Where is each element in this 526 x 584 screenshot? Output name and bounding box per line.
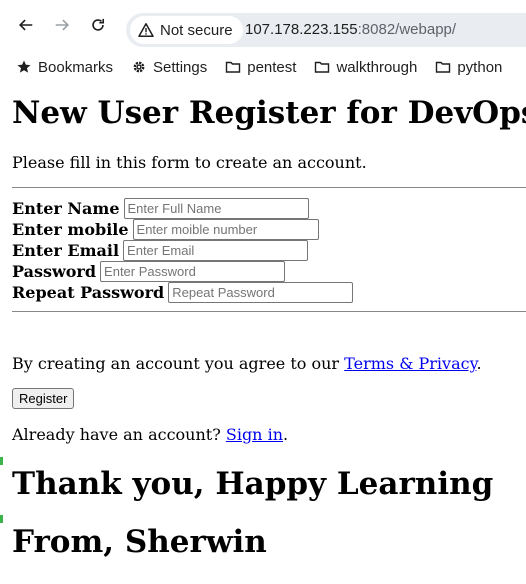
- bookmark-folder-pentest[interactable]: pentest: [225, 59, 296, 76]
- signin-prefix: Already have an account?: [12, 425, 226, 444]
- terms-prefix: By creating an account you agree to our: [12, 354, 345, 373]
- address-bar[interactable]: Not secure 107.178.223.155:8082/webapp/: [126, 13, 526, 47]
- sign-in-link[interactable]: Sign in: [226, 425, 283, 444]
- thank-you-heading: Thank you, Happy Learning: [12, 466, 494, 502]
- bookmark-folder-walkthrough[interactable]: walkthrough: [314, 59, 417, 76]
- name-row: Enter Name: [12, 198, 309, 219]
- bookmark-folder-python[interactable]: python: [435, 59, 502, 76]
- bookmark-label: Settings: [153, 58, 208, 76]
- password-row: Password: [12, 261, 286, 282]
- intro-text: Please fill in this form to create an ac…: [12, 153, 367, 172]
- signin-suffix: .: [283, 425, 289, 444]
- folder-icon: [436, 61, 451, 73]
- bookmark-label: walkthrough: [336, 58, 418, 76]
- star-icon: [17, 60, 31, 73]
- name-input[interactable]: [123, 198, 309, 219]
- security-indicator[interactable]: Not secure: [130, 16, 243, 44]
- bookmark-label: Bookmarks: [38, 58, 114, 76]
- email-row: Enter Email: [12, 240, 309, 261]
- password-input[interactable]: [100, 261, 286, 282]
- top-divider: [12, 187, 526, 188]
- signin-text: Already have an account? Sign in.: [12, 425, 288, 444]
- terms-suffix: .: [476, 354, 482, 373]
- url-host: 107.178.223.155: [245, 21, 358, 38]
- gear-icon: [133, 61, 145, 73]
- repeat-password-row: Repeat Password: [12, 282, 354, 303]
- repeat-password-label: Repeat Password: [12, 283, 165, 302]
- forward-button[interactable]: [52, 15, 72, 35]
- email-label: Enter Email: [12, 241, 120, 260]
- terms-privacy-link[interactable]: Terms & Privacy: [344, 354, 476, 373]
- security-label: Not secure: [160, 21, 233, 39]
- browser-chrome: Not secure 107.178.223.155:8082/webapp/ …: [0, 0, 526, 87]
- email-input[interactable]: [123, 240, 309, 261]
- register-button[interactable]: Register: [12, 388, 75, 409]
- edge-marker: [0, 457, 3, 465]
- from-heading: From, Sherwin: [12, 524, 267, 560]
- browser-toolbar: Not secure 107.178.223.155:8082/webapp/: [0, 0, 526, 47]
- reload-button[interactable]: [88, 15, 108, 35]
- mobile-input[interactable]: [132, 219, 319, 240]
- reload-icon: [92, 18, 105, 31]
- url-path: :8082/webapp/: [357, 21, 457, 38]
- bookmark-bookmarks[interactable]: Bookmarks: [16, 59, 113, 76]
- name-label: Enter Name: [12, 199, 120, 218]
- back-button[interactable]: [16, 15, 36, 35]
- back-arrow-icon: [19, 19, 33, 31]
- edge-marker: [0, 515, 3, 523]
- warning-triangle-icon: [138, 23, 154, 37]
- folder-icon: [315, 61, 330, 73]
- folder-icon: [226, 61, 241, 73]
- repeat-password-input[interactable]: [168, 282, 354, 303]
- mobile-label: Enter mobile: [12, 220, 129, 239]
- bookmark-label: pentest: [247, 58, 297, 76]
- bookmarks-bar: Bookmarks Settings pentest walkthrough p…: [0, 52, 526, 82]
- mobile-row: Enter mobile: [12, 219, 319, 240]
- terms-text: By creating an account you agree to our …: [12, 354, 482, 373]
- url-text[interactable]: 107.178.223.155:8082/webapp/: [245, 21, 456, 38]
- page-title: New User Register for DevOps Learning: [12, 95, 526, 131]
- password-label: Password: [12, 262, 97, 281]
- web-page: New User Register for DevOps Learning Pl…: [0, 87, 526, 584]
- forward-arrow-icon: [55, 19, 69, 31]
- bookmark-label: python: [457, 58, 503, 76]
- bottom-divider: [12, 311, 526, 312]
- bookmark-settings[interactable]: Settings: [131, 59, 207, 76]
